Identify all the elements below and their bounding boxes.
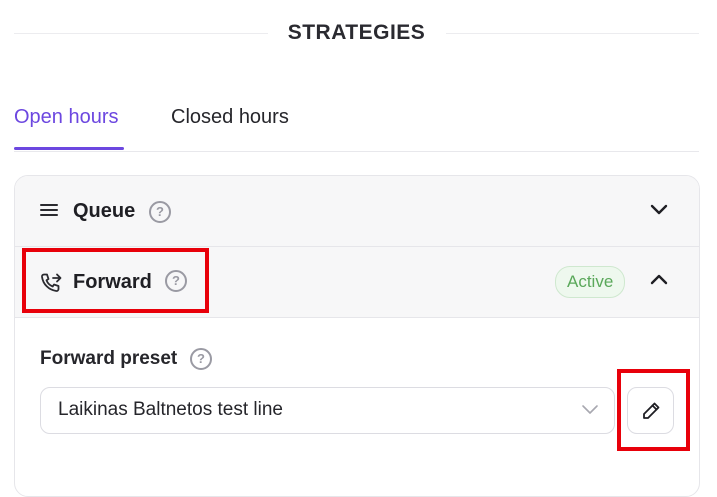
forward-preset-help-icon[interactable]: ? <box>190 348 212 370</box>
queue-row[interactable]: Queue ? <box>15 176 699 247</box>
phone-forward-icon <box>39 271 63 300</box>
chevron-down-icon[interactable] <box>649 202 669 221</box>
forward-preset-label: Forward preset <box>40 348 178 369</box>
chevron-down-icon <box>581 402 599 420</box>
chevron-up-icon[interactable] <box>649 272 669 291</box>
active-tab-indicator <box>14 147 124 150</box>
strategies-card: Queue ? Forward ? Active Forward preset … <box>14 175 700 497</box>
strategies-header: STRATEGIES <box>14 14 699 54</box>
status-badge: Active <box>555 266 626 298</box>
forward-preset-select[interactable]: Laikinas Baltnetos test line <box>40 387 615 434</box>
forward-help-icon[interactable]: ? <box>165 270 187 292</box>
tab-open-hours[interactable]: Open hours <box>14 106 119 129</box>
forward-row[interactable]: Forward ? Active <box>15 247 699 318</box>
forward-label: Forward <box>73 271 152 293</box>
hours-tabs: Open hours Closed hours <box>14 100 699 152</box>
forward-preset-value: Laikinas Baltnetos test line <box>58 399 283 420</box>
queue-label: Queue <box>73 200 136 222</box>
queue-help-icon[interactable]: ? <box>149 201 171 223</box>
menu-lines-icon <box>39 202 59 223</box>
tab-closed-hours[interactable]: Closed hours <box>171 106 289 129</box>
edit-preset-button[interactable] <box>627 387 674 434</box>
divider-right <box>446 33 699 34</box>
